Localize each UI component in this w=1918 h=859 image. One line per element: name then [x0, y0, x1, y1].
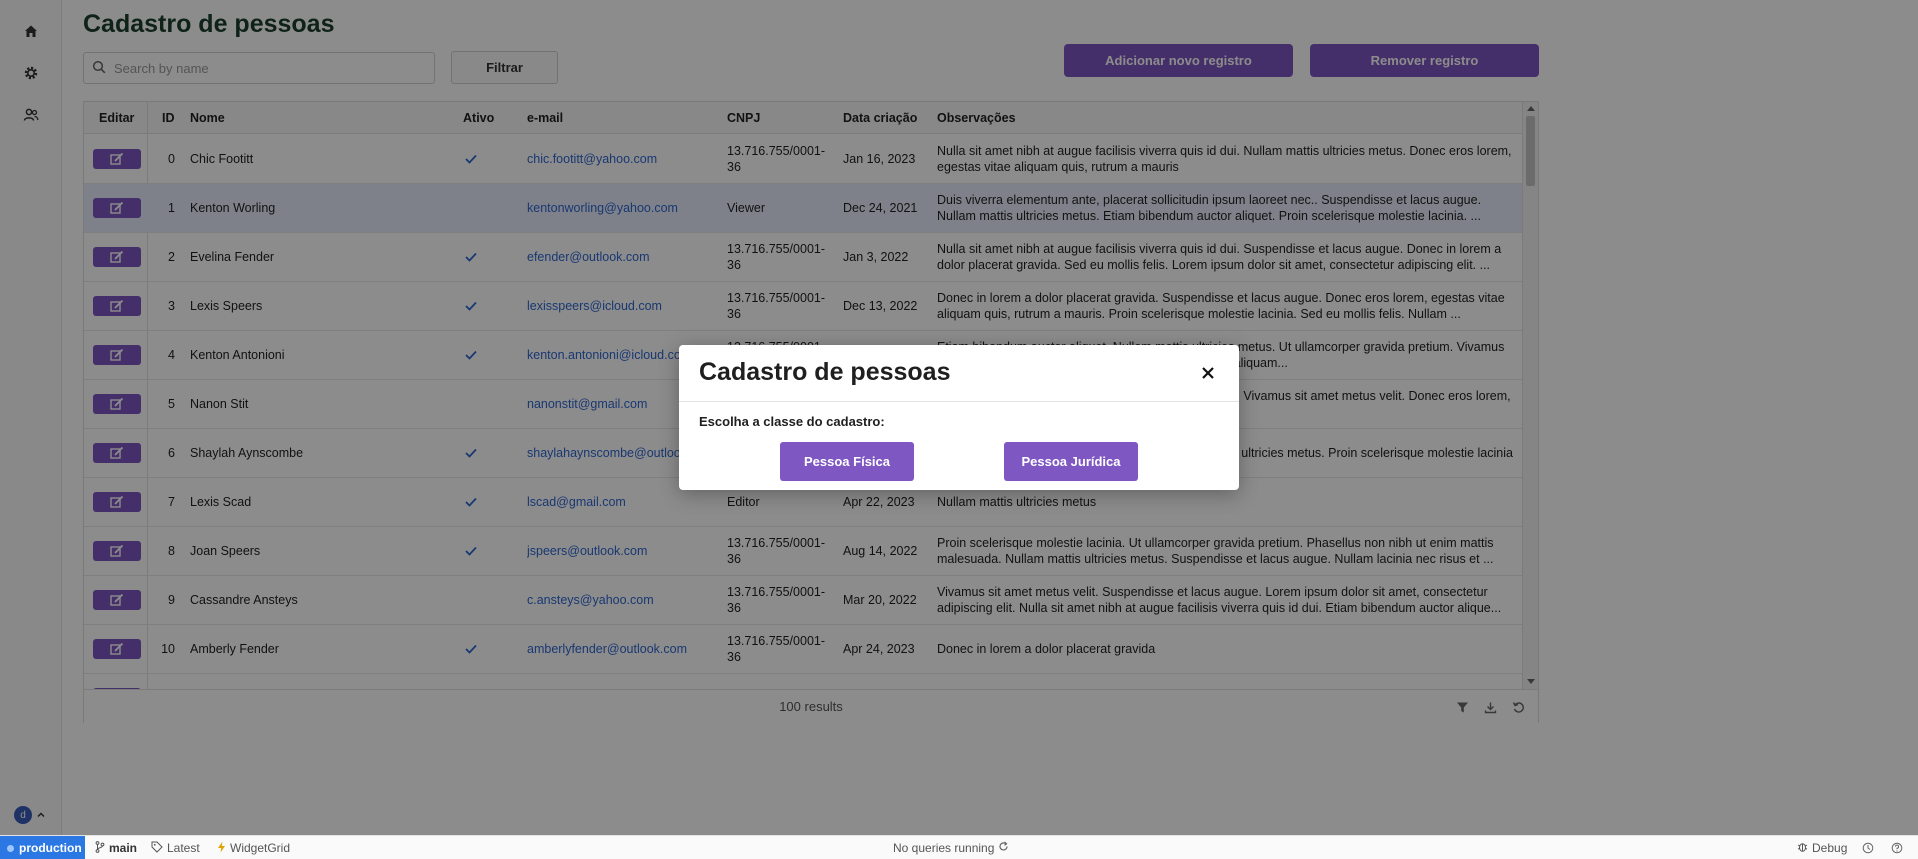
debug-label: Debug	[1812, 841, 1848, 855]
bug-icon	[1797, 841, 1808, 855]
version-selector[interactable]: Latest	[151, 836, 200, 859]
queries-status: No queries running	[893, 836, 1009, 859]
branch-icon	[95, 840, 105, 856]
help-icon[interactable]	[1891, 836, 1903, 859]
modal-divider	[679, 401, 1239, 402]
app-label: WidgetGrid	[230, 841, 291, 855]
modal-dialog: Cadastro de pessoas Escolha a classe do …	[679, 345, 1239, 490]
modal-title: Cadastro de pessoas	[699, 358, 951, 386]
close-icon[interactable]	[1197, 362, 1219, 384]
environment-badge[interactable]: production	[0, 836, 85, 859]
history-icon[interactable]	[1862, 836, 1874, 859]
refresh-icon[interactable]	[998, 841, 1009, 855]
tag-icon	[151, 841, 163, 856]
branch-selector[interactable]: main	[95, 836, 137, 859]
lightning-icon	[217, 841, 226, 856]
pessoa-fisica-button[interactable]: Pessoa Física	[780, 442, 914, 481]
app-selector[interactable]: WidgetGrid	[217, 836, 290, 859]
pessoa-juridica-button[interactable]: Pessoa Jurídica	[1004, 442, 1138, 481]
version-label: Latest	[167, 841, 200, 855]
status-bar: production main Latest WidgetGrid No que…	[0, 835, 1918, 859]
modal-prompt: Escolha a classe do cadastro:	[699, 414, 885, 429]
status-dot	[7, 844, 14, 852]
debug-button[interactable]: Debug	[1797, 836, 1847, 859]
branch-label: main	[109, 841, 138, 855]
environment-label: production	[19, 841, 82, 855]
queries-label: No queries running	[893, 841, 995, 855]
